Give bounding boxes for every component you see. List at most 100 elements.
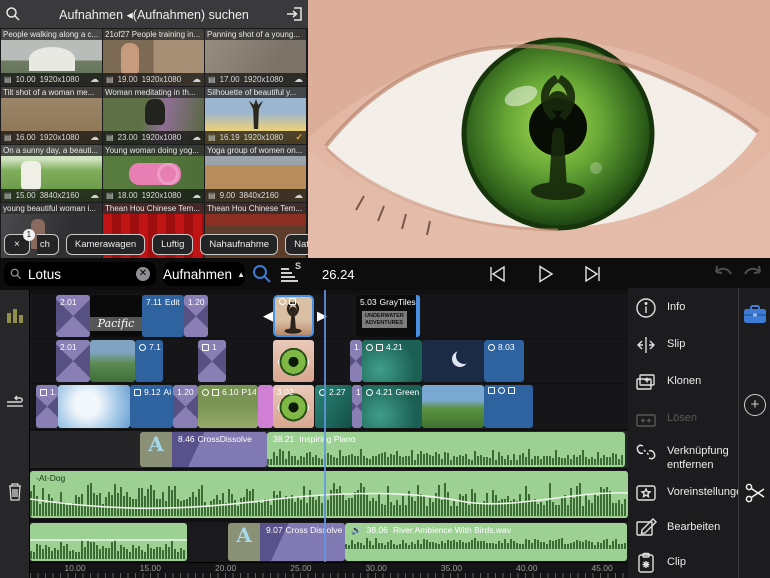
ruler-label: 20.00	[215, 563, 236, 573]
run-search-icon[interactable]	[252, 264, 272, 284]
tag-chip[interactable]: Luftig	[152, 234, 193, 255]
title-clip-tail[interactable]: 7.11Edit	[142, 295, 184, 337]
menu-item-edit[interactable]: Bearbeiten	[634, 516, 736, 540]
clip-air-bubble[interactable]: 9.12Air Bubl	[130, 385, 173, 428]
media-source-title[interactable]: Aufnahmen ◂(Aufnahmen) suchen	[26, 7, 282, 22]
media-thumbnail[interactable]: Panning shot of a young...▤17.001920x108…	[205, 29, 306, 86]
menu-item-clip[interactable]: Clip	[634, 551, 736, 575]
search-query: Lotus	[28, 267, 130, 282]
transition-clip[interactable]: 2.01	[56, 295, 90, 337]
clip-tail[interactable]	[484, 385, 533, 428]
audio-clip-inspiring-piano[interactable]: 38.21Inspiring Piano	[267, 432, 625, 467]
clip-fireflies-green[interactable]: 4.21Green	[362, 385, 422, 428]
undo-icon[interactable]	[712, 265, 734, 283]
transition-clip[interactable]: 1.	[350, 340, 362, 382]
audio-transition-clip[interactable]: A 8.46CrossDissolve	[140, 432, 267, 467]
menu-item-remove-link[interactable]: Verknüpfung entfernen	[634, 440, 736, 473]
clip-fireflies[interactable]: 4.21	[362, 340, 422, 382]
clip-river-tail[interactable]: 7.1	[135, 340, 163, 382]
tag-chip[interactable]: Natur	[285, 234, 308, 255]
clip-eye[interactable]	[273, 340, 314, 382]
menu-item-info[interactable]: Info	[634, 296, 736, 320]
audio-clip-river-ambience[interactable]: 🔊38.06River Ambience With Birds.wav	[345, 523, 627, 561]
clip-edge-handle[interactable]	[416, 295, 420, 337]
toolbox-icon[interactable]	[739, 304, 770, 324]
media-library-panel: Aufnahmen ◂(Aufnahmen) suchen People wal…	[0, 0, 308, 258]
clip-moon-night[interactable]	[422, 340, 484, 382]
clip-river-valley[interactable]	[90, 340, 135, 382]
thumb-title: Silhouette of beautiful y...	[205, 87, 306, 98]
thumb-title: Woman meditating in th...	[103, 87, 204, 98]
media-thumbnail[interactable]: Tilt shot of a woman me...▤16.001920x108…	[1, 87, 102, 144]
menu-item-slip[interactable]: Slip	[634, 333, 736, 357]
clip-green-hills[interactable]	[422, 385, 484, 428]
media-thumbnail[interactable]: Young woman doing yog...▤18.001920x1080☁	[103, 145, 204, 202]
play-button[interactable]	[534, 263, 556, 285]
ruler-label: 10.00	[64, 563, 85, 573]
transition-clip[interactable]: 1.20	[184, 295, 208, 337]
audio-transition-clip[interactable]: A 9.07Cross Dissolve	[228, 523, 345, 561]
clear-tags-button[interactable]: × 1	[4, 234, 30, 255]
clear-search-icon[interactable]: ✕	[136, 267, 150, 281]
menu-item-presets[interactable]: Voreinstellungen	[634, 481, 736, 505]
film-icon: ▤	[4, 133, 12, 142]
timecode-display: 26.24	[322, 267, 355, 282]
clip-pink-segment[interactable]	[258, 385, 273, 428]
video-preview[interactable]	[308, 0, 770, 258]
media-thumbnail[interactable]: 21of27 People training in...▤19.001920x1…	[103, 29, 204, 86]
transition-clip[interactable]: 1.	[352, 385, 362, 428]
menu-item-clone[interactable]: Klonen	[634, 370, 736, 394]
clip-meadow[interactable]: 6.10P1433	[198, 385, 258, 428]
trim-left-handle[interactable]: ◀	[263, 308, 273, 324]
media-thumbnail[interactable]: Silhouette of beautiful y...▤16.191920x1…	[205, 87, 306, 144]
clip-sun-sky[interactable]	[58, 385, 130, 428]
previous-frame-button[interactable]	[486, 263, 508, 285]
redo-icon[interactable]	[742, 265, 764, 283]
menu-item-detach[interactable]: Lösen	[634, 407, 736, 431]
cloud-icon: ☁	[90, 74, 99, 85]
ruler-label: 40.00	[516, 563, 537, 573]
thumb-duration: 19.00	[118, 75, 138, 84]
thumb-resolution: 1920x1080	[40, 75, 80, 84]
search-scope-dropdown[interactable]: Aufnahmen▲	[163, 262, 245, 286]
audio-clip[interactable]	[30, 523, 187, 561]
audio-clip-at-dog[interactable]: -At-Dog	[30, 471, 628, 518]
insert-overwrite-icon[interactable]	[4, 394, 26, 410]
audio-levels-icon[interactable]	[4, 306, 26, 324]
selected-clip[interactable]	[273, 295, 314, 337]
clip-eye[interactable]: 3.02	[273, 385, 314, 428]
split-scissors-icon[interactable]	[739, 482, 770, 504]
media-thumbnail[interactable]: Yoga group of women on...▤9.003840x2160☁	[205, 145, 306, 202]
thumb-title: Thean Hou Chinese Tem...	[103, 203, 204, 214]
media-thumbnail[interactable]: On a sunny day, a beauti...▤15.003840x21…	[1, 145, 102, 202]
media-thumbnail[interactable]: People walking along a c...▤10.001920x10…	[1, 29, 102, 86]
media-thumbnail[interactable]: Woman meditating in th...▤23.001920x1080…	[103, 87, 204, 144]
transition-clip[interactable]: 1	[198, 340, 226, 382]
lumafusion-app: Aufnahmen ◂(Aufnahmen) suchen People wal…	[0, 0, 770, 578]
thumb-duration: 16.19	[220, 133, 240, 142]
transition-clip[interactable]: 2.01	[56, 340, 90, 382]
thumb-duration: 15.00	[16, 191, 36, 200]
thumb-resolution: 1920x1080	[142, 191, 182, 200]
tag-chip[interactable]: ch	[37, 234, 59, 255]
sort-icon[interactable]: S	[281, 264, 301, 284]
cloud-icon: ☁	[192, 190, 201, 201]
tag-chip[interactable]: Kamerawagen	[66, 234, 145, 255]
tag-chip[interactable]: Nahaufnahme	[200, 234, 278, 255]
add-clip-button[interactable]: +	[739, 394, 770, 416]
search-icon[interactable]	[0, 6, 26, 22]
playhead[interactable]	[324, 290, 326, 562]
thumb-duration: 9.00	[220, 191, 236, 200]
search-input[interactable]: Lotus ✕	[4, 262, 156, 286]
clip-moon-tail[interactable]: 8.03	[484, 340, 524, 382]
volume-automation-line[interactable]	[30, 489, 628, 513]
trash-icon[interactable]	[4, 482, 26, 501]
transition-clip[interactable]: 1.	[36, 385, 58, 428]
clip-teal[interactable]: 2.27	[315, 385, 352, 428]
title-clip-pacific[interactable]: Pacific	[90, 295, 142, 337]
thumb-resolution: 1920x1080	[244, 133, 284, 142]
import-icon[interactable]	[282, 6, 308, 22]
clip-graytiles[interactable]: 5.03GrayTiles-1 UNDERWATERADVENTURES	[356, 295, 420, 337]
transition-clip[interactable]: 1.20	[173, 385, 198, 428]
next-frame-button[interactable]	[582, 263, 604, 285]
